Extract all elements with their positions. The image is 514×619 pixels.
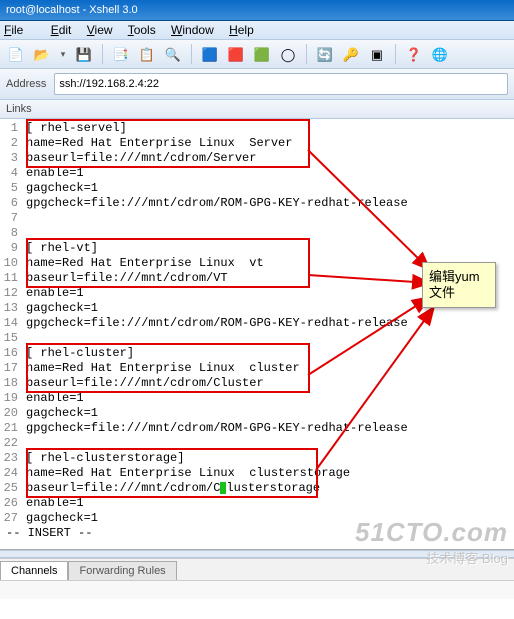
window-titlebar: root@localhost - Xshell 3.0 bbox=[0, 0, 514, 21]
code-line[interactable]: enable=1 bbox=[26, 496, 514, 511]
menu-window[interactable]: Window bbox=[171, 23, 214, 37]
code-line[interactable]: baseurl=file:///mnt/cdrom/Server bbox=[26, 151, 514, 166]
line-number: 16 bbox=[0, 346, 22, 361]
refresh-icon[interactable]: 🔄 bbox=[315, 44, 335, 64]
line-number: 20 bbox=[0, 406, 22, 421]
globe-icon[interactable]: 🌐 bbox=[430, 44, 450, 64]
tab-forwarding-rules[interactable]: Forwarding Rules bbox=[68, 561, 176, 580]
line-number: 10 bbox=[0, 256, 22, 271]
code-line[interactable]: gagcheck=1 bbox=[26, 181, 514, 196]
code-line[interactable]: [ rhel-cluster] bbox=[26, 346, 514, 361]
address-bar: Address bbox=[0, 69, 514, 100]
find-icon[interactable]: 🔍 bbox=[163, 44, 183, 64]
menu-edit[interactable]: Edit bbox=[51, 23, 72, 37]
toolbar-sep bbox=[395, 44, 396, 64]
toolbar-sep bbox=[191, 44, 192, 64]
toolbar-sep bbox=[102, 44, 103, 64]
paste-icon[interactable]: 📋 bbox=[137, 44, 157, 64]
line-number: 9 bbox=[0, 241, 22, 256]
line-number: 8 bbox=[0, 226, 22, 241]
editor-area[interactable]: 1234567891011121314151617181920212223242… bbox=[0, 119, 514, 550]
key-icon[interactable]: 🔑 bbox=[341, 44, 361, 64]
code-content[interactable]: [ rhel-servel]name=Red Hat Enterprise Li… bbox=[26, 119, 514, 541]
code-line[interactable] bbox=[26, 331, 514, 346]
line-number: 12 bbox=[0, 286, 22, 301]
line-number: 2 bbox=[0, 136, 22, 151]
circle-icon[interactable]: ◯ bbox=[278, 44, 298, 64]
line-number: 6 bbox=[0, 196, 22, 211]
redbox-icon[interactable]: 🟥 bbox=[226, 44, 246, 64]
code-line[interactable]: [ rhel-servel] bbox=[26, 121, 514, 136]
line-number: 3 bbox=[0, 151, 22, 166]
line-number: 26 bbox=[0, 496, 22, 511]
dropdown-icon[interactable]: ▾ bbox=[58, 44, 68, 64]
code-line[interactable]: name=Red Hat Enterprise Linux cluster bbox=[26, 361, 514, 376]
menu-help[interactable]: Help bbox=[229, 23, 254, 37]
code-line[interactable]: [ rhel-clusterstorage] bbox=[26, 451, 514, 466]
code-line[interactable]: gagcheck=1 bbox=[26, 406, 514, 421]
window-title: root@localhost - Xshell 3.0 bbox=[6, 4, 138, 16]
address-input[interactable] bbox=[54, 73, 508, 95]
line-number: 18 bbox=[0, 376, 22, 391]
line-number: 23 bbox=[0, 451, 22, 466]
help-icon[interactable]: ❓ bbox=[404, 44, 424, 64]
code-line[interactable]: baseurl=file:///mnt/cdrom/Clusterstorage bbox=[26, 481, 514, 496]
line-number: 15 bbox=[0, 331, 22, 346]
tab-channels[interactable]: Channels bbox=[0, 561, 68, 580]
code-line[interactable] bbox=[26, 211, 514, 226]
copy-icon[interactable]: 📑 bbox=[111, 44, 131, 64]
code-line[interactable]: name=Red Hat Enterprise Linux clustersto… bbox=[26, 466, 514, 481]
address-label: Address bbox=[6, 78, 46, 90]
bluebox-icon[interactable]: 🟦 bbox=[200, 44, 220, 64]
code-line[interactable]: name=Red Hat Enterprise Linux Server bbox=[26, 136, 514, 151]
line-number: 27 bbox=[0, 511, 22, 526]
text-cursor bbox=[220, 482, 226, 494]
new-icon[interactable]: 📄 bbox=[6, 44, 26, 64]
code-line[interactable]: enable=1 bbox=[26, 391, 514, 406]
line-number: 5 bbox=[0, 181, 22, 196]
watermark-big: 51CTO.com bbox=[355, 517, 508, 548]
line-number: 17 bbox=[0, 361, 22, 376]
links-label: Links bbox=[6, 103, 32, 115]
callout-annotation: 编辑yum 文件 bbox=[422, 262, 496, 308]
menubar: File Edit View Tools Window Help bbox=[0, 21, 514, 40]
callout-line: 文件 bbox=[429, 285, 489, 301]
watermark-small: 技术博客 Blog bbox=[355, 548, 508, 567]
toolbar-sep bbox=[306, 44, 307, 64]
line-number: 25 bbox=[0, 481, 22, 496]
save-icon[interactable]: 💾 bbox=[74, 44, 94, 64]
line-number: 4 bbox=[0, 166, 22, 181]
code-line[interactable]: enable=1 bbox=[26, 166, 514, 181]
line-number: 14 bbox=[0, 316, 22, 331]
menu-view[interactable]: View bbox=[87, 23, 113, 37]
line-number: 13 bbox=[0, 301, 22, 316]
links-bar: Links bbox=[0, 100, 514, 119]
prompt-icon[interactable]: ▣ bbox=[367, 44, 387, 64]
bottom-panel-header bbox=[0, 580, 514, 599]
toolbar: 📄 📂 ▾ 💾 📑 📋 🔍 🟦 🟥 🟩 ◯ 🔄 🔑 ▣ ❓ 🌐 bbox=[0, 40, 514, 69]
code-line[interactable]: gpgcheck=file:///mnt/cdrom/ROM-GPG-KEY-r… bbox=[26, 196, 514, 211]
line-number: 11 bbox=[0, 271, 22, 286]
watermark: 51CTO.com 技术博客 Blog bbox=[355, 517, 508, 567]
menu-file[interactable]: File bbox=[4, 23, 35, 37]
callout-line: 编辑yum bbox=[429, 269, 489, 285]
code-line[interactable]: baseurl=file:///mnt/cdrom/Cluster bbox=[26, 376, 514, 391]
line-number: 24 bbox=[0, 466, 22, 481]
code-line[interactable]: gpgcheck=file:///mnt/cdrom/ROM-GPG-KEY-r… bbox=[26, 316, 514, 331]
code-line[interactable]: [ rhel-vt] bbox=[26, 241, 514, 256]
code-line[interactable] bbox=[26, 436, 514, 451]
line-gutter: 1234567891011121314151617181920212223242… bbox=[0, 119, 22, 526]
line-number: 21 bbox=[0, 421, 22, 436]
greenbox-icon[interactable]: 🟩 bbox=[252, 44, 272, 64]
open-icon[interactable]: 📂 bbox=[32, 44, 52, 64]
line-number: 19 bbox=[0, 391, 22, 406]
line-number: 7 bbox=[0, 211, 22, 226]
code-line[interactable]: gpgcheck=file:///mnt/cdrom/ROM-GPG-KEY-r… bbox=[26, 421, 514, 436]
line-number: 1 bbox=[0, 121, 22, 136]
line-number: 22 bbox=[0, 436, 22, 451]
menu-tools[interactable]: Tools bbox=[128, 23, 156, 37]
code-line[interactable] bbox=[26, 226, 514, 241]
